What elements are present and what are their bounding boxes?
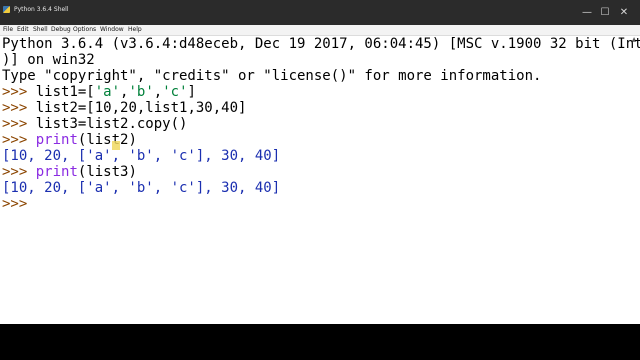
code-text: list2=[10,20,list1,30,40] xyxy=(35,100,247,116)
code-text: list1=[ xyxy=(35,84,95,100)
menu-edit[interactable]: Edit xyxy=(16,25,30,35)
menu-bar: File Edit Shell Debug Options Window Hel… xyxy=(0,25,640,36)
maximize-icon[interactable]: ☐ xyxy=(598,8,612,18)
banner-line-3: Type "copyright", "credits" or "license(… xyxy=(2,68,542,84)
idle-shell-window: Python 3.6.4 Shell — ☐ ✕ File Edit Shell… xyxy=(0,0,640,324)
builtin-print: print xyxy=(35,132,78,148)
banner-line-2: )] on win32 xyxy=(2,52,95,68)
string-literal: 'b' xyxy=(128,84,154,100)
menu-help[interactable]: Help xyxy=(127,25,143,35)
string-literal: 'a' xyxy=(94,84,121,100)
code-text: (list3) xyxy=(77,164,137,180)
input-line-list3: >>> list3=list2.copy() xyxy=(2,116,187,132)
code-text: (list2) xyxy=(77,132,137,148)
close-icon[interactable]: ✕ xyxy=(617,8,631,18)
menu-options[interactable]: Options xyxy=(72,25,97,35)
menu-shell[interactable]: Shell xyxy=(32,25,49,35)
prompt: >>> xyxy=(2,132,28,148)
input-line-list2: >>> list2=[10,20,list1,30,40] xyxy=(2,100,246,116)
menu-debug[interactable]: Debug xyxy=(50,25,72,35)
builtin-print: print xyxy=(35,164,78,180)
active-prompt-line[interactable]: >>> xyxy=(2,196,27,212)
code-text: list3=list2.copy() xyxy=(35,116,188,132)
output-line-list2: [10, 20, ['a', 'b', 'c'], 30, 40] xyxy=(2,148,281,164)
code-text: ] xyxy=(187,84,196,100)
input-line-list1: >>> list1=['a','b','c'] xyxy=(2,84,196,100)
prompt: >>> xyxy=(2,164,28,180)
output-line-list3: [10, 20, ['a', 'b', 'c'], 30, 40] xyxy=(2,180,281,196)
shell-text-area[interactable]: Python 3.6.4 (v3.6.4:d48eceb, Dec 19 201… xyxy=(0,36,640,324)
letterbox-bar xyxy=(0,324,640,360)
title-bar: Python 3.6.4 Shell — ☐ ✕ xyxy=(0,0,640,25)
menu-file[interactable]: File xyxy=(2,25,14,35)
menu-window[interactable]: Window xyxy=(99,25,125,35)
prompt: >>> xyxy=(2,84,28,100)
code-text: , xyxy=(153,84,163,100)
input-line-print-list3: >>> print(list3) xyxy=(2,164,137,180)
banner-line-1: Python 3.6.4 (v3.6.4:d48eceb, Dec 19 201… xyxy=(2,36,640,52)
minimize-icon[interactable]: — xyxy=(580,8,594,18)
prompt: >>> xyxy=(2,196,28,212)
string-literal: 'c' xyxy=(162,84,188,100)
python-app-icon xyxy=(3,6,10,13)
window-title: Python 3.6.4 Shell xyxy=(14,6,69,13)
mouse-cursor-highlight xyxy=(112,141,120,150)
prompt: >>> xyxy=(2,116,28,132)
prompt: >>> xyxy=(2,100,28,116)
